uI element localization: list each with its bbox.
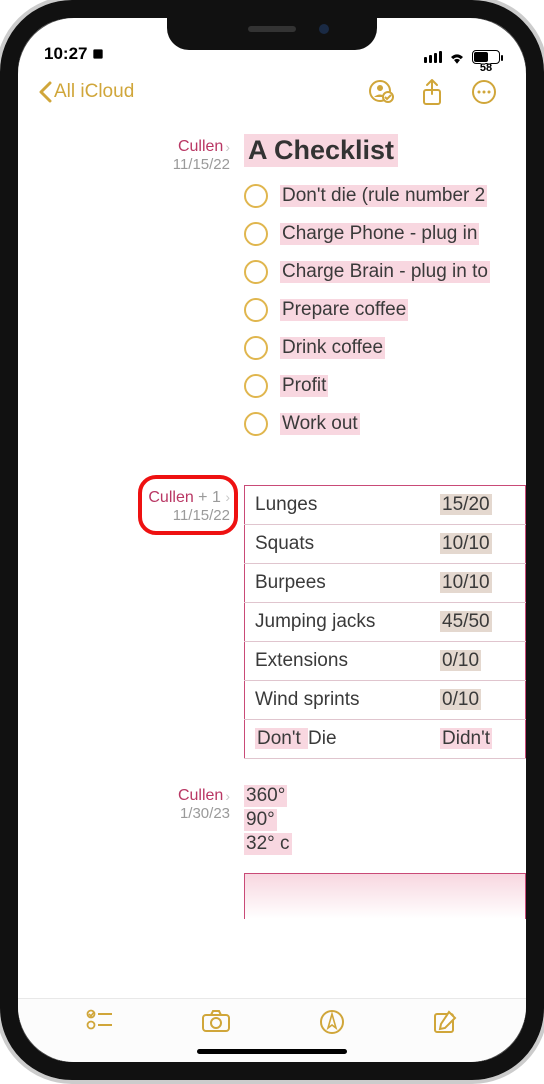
home-indicator[interactable] <box>197 1049 347 1054</box>
attribution-block[interactable]: Cullen › 1/30/23 <box>38 783 244 919</box>
table-row: Lunges15/20 <box>245 486 526 525</box>
note-content[interactable]: Cullen › 11/15/22 A Checklist Don't die … <box>18 118 526 998</box>
checkbox-icon[interactable] <box>244 260 268 284</box>
more-button[interactable] <box>462 79 506 105</box>
table-row: Squats10/10 <box>245 525 526 564</box>
wifi-icon <box>448 50 466 64</box>
attribution-date: 11/15/22 <box>38 507 230 524</box>
attribution-name: Cullen <box>148 489 193 507</box>
checkbox-icon[interactable] <box>244 412 268 436</box>
checkbox-icon[interactable] <box>244 374 268 398</box>
status-time: 10:27 <box>44 44 87 64</box>
empty-table[interactable] <box>244 873 526 919</box>
checkbox-icon[interactable] <box>244 184 268 208</box>
compose-button[interactable] <box>432 1009 458 1040</box>
markup-button[interactable] <box>319 1009 345 1040</box>
table-row: Wind sprints0/10 <box>245 681 526 720</box>
orientation-lock-icon <box>91 47 105 61</box>
table-row: Jumping jacks45/50 <box>245 603 526 642</box>
back-label: All iCloud <box>54 81 134 103</box>
degrees-block[interactable]: 360° 90° 32° c <box>244 783 526 919</box>
chevron-left-icon <box>38 81 52 103</box>
attribution-block[interactable]: Cullen › 11/15/22 <box>38 134 244 443</box>
back-button[interactable]: All iCloud <box>38 81 134 103</box>
checklist-item[interactable]: Charge Phone - plug in <box>244 215 526 253</box>
note-title: A Checklist <box>244 134 398 167</box>
table-row: Don't DieDidn't <box>245 720 526 759</box>
checklist-item[interactable]: Prepare coffee <box>244 291 526 329</box>
collaborate-button[interactable] <box>358 79 402 105</box>
nav-bar: All iCloud <box>18 66 526 118</box>
checklist-item[interactable]: Charge Brain - plug in to <box>244 253 526 291</box>
attribution-plus: + 1 <box>194 489 221 506</box>
checklist-button[interactable] <box>86 1009 114 1036</box>
attribution-block-highlighted[interactable]: Cullen + 1 › 11/15/22 <box>38 485 244 759</box>
chevron-right-icon: › <box>225 489 230 505</box>
chevron-right-icon: › <box>225 139 230 155</box>
checklist-item[interactable]: Profit <box>244 367 526 405</box>
camera-button[interactable] <box>201 1009 231 1038</box>
table-row: Burpees10/10 <box>245 564 526 603</box>
checklist-item[interactable]: Work out <box>244 405 526 443</box>
attribution-date: 11/15/22 <box>38 156 230 173</box>
chevron-right-icon: › <box>225 788 230 804</box>
attribution-date: 1/30/23 <box>38 805 230 822</box>
attribution-name: Cullen <box>178 138 223 156</box>
phone-notch <box>167 14 377 50</box>
checkbox-icon[interactable] <box>244 222 268 246</box>
attribution-name: Cullen <box>178 787 223 805</box>
workout-table[interactable]: Lunges15/20 Squats10/10 Burpees10/10 Jum… <box>244 485 526 759</box>
checkbox-icon[interactable] <box>244 336 268 360</box>
battery-icon: 58 <box>472 50 500 64</box>
cellular-icon <box>424 51 442 63</box>
checklist-item[interactable]: Don't die (rule number 2 <box>244 177 526 215</box>
checklist-item[interactable]: Drink coffee <box>244 329 526 367</box>
checkbox-icon[interactable] <box>244 298 268 322</box>
checklist: Don't die (rule number 2 Charge Phone - … <box>244 177 526 443</box>
table-row: Extensions0/10 <box>245 642 526 681</box>
share-button[interactable] <box>410 78 454 106</box>
